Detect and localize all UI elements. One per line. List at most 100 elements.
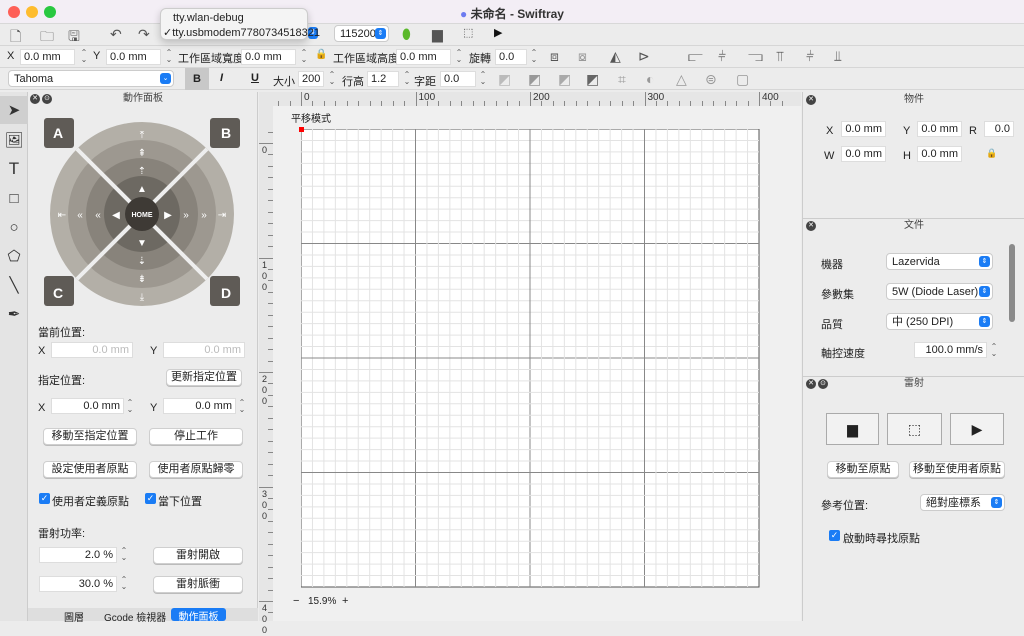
frame-preview-icon[interactable]: ▆: [432, 26, 443, 43]
zero-user-origin-button[interactable]: 使用者原點歸零: [149, 461, 243, 478]
flip-horizontal-icon[interactable]: ◭: [610, 48, 621, 65]
tab-jog-panel[interactable]: 動作面板: [171, 608, 226, 623]
y-input[interactable]: 0.0 mm: [106, 49, 161, 65]
tab-layers[interactable]: 圖層: [64, 609, 84, 624]
move-home-button[interactable]: 移動至原點: [827, 461, 899, 478]
object-h-input[interactable]: 0.0 mm: [917, 146, 962, 162]
align-right-icon[interactable]: ⫎: [748, 48, 763, 65]
sharpen-icon[interactable]: △: [676, 71, 687, 88]
spacing-input[interactable]: 0.0: [440, 71, 476, 87]
baud-select[interactable]: 115200 ⇕: [334, 25, 389, 42]
font-size-input[interactable]: 200: [298, 71, 324, 87]
redo-icon[interactable]: ↷: [138, 26, 150, 43]
use-custom-origin-checkbox[interactable]: ✓: [39, 493, 50, 504]
document-scrollbar[interactable]: [1009, 244, 1015, 322]
x-stepper[interactable]: ⌃ ⌄: [80, 49, 88, 64]
object-r-input[interactable]: 0.0: [984, 121, 1014, 137]
move-user-home-button[interactable]: 移動至使用者原點: [909, 461, 1005, 478]
align-bottom-icon[interactable]: ⫫: [834, 48, 842, 65]
object-x-input[interactable]: 0.0 mm: [841, 121, 886, 137]
laser-power-input-1[interactable]: 2.0 %: [39, 547, 117, 563]
image-tool-icon[interactable]: 🖼: [0, 126, 28, 154]
speed-stepper[interactable]: ⌃ ⌄: [990, 343, 998, 358]
target-y-stepper[interactable]: ⌃ ⌄: [238, 399, 246, 414]
find-home-checkbox[interactable]: ✓: [829, 530, 840, 541]
line-tool-icon[interactable]: ╲: [0, 271, 28, 299]
quality-select[interactable]: 中 (250 DPI) ⇕: [886, 313, 993, 330]
move-to-target-button[interactable]: 移動至指定位置: [43, 428, 137, 445]
ellipse-tool-icon[interactable]: ○: [0, 213, 28, 241]
port-menu-item[interactable]: tty.wlan-debug: [173, 12, 244, 24]
speed-input[interactable]: 100.0 mm/s: [914, 342, 987, 358]
intersect-icon[interactable]: ◩: [558, 71, 571, 88]
align-hcenter-icon[interactable]: ⫩: [718, 48, 726, 65]
trace-icon[interactable]: ⊜: [705, 71, 717, 88]
object-y-input[interactable]: 0.0 mm: [917, 121, 962, 137]
laser-on-button[interactable]: 雷射開啟: [153, 547, 243, 564]
laser-pulse-button[interactable]: 雷射脈衝: [153, 576, 243, 593]
pen-tool-icon[interactable]: ✒: [0, 300, 28, 328]
bold-button[interactable]: B: [185, 68, 209, 90]
lock-ratio-icon[interactable]: 🔒: [986, 148, 997, 159]
line-height-input[interactable]: 1.2: [367, 71, 399, 87]
object-w-input[interactable]: 0.0 mm: [841, 146, 886, 162]
flip-vertical-icon[interactable]: ⊳: [638, 48, 650, 65]
laser-power-input-2[interactable]: 30.0 %: [39, 576, 117, 592]
select-tool-icon[interactable]: ➤: [0, 96, 28, 124]
rectangle-tool-icon[interactable]: □: [0, 184, 28, 212]
align-vcenter-icon[interactable]: ⫩: [806, 48, 814, 65]
target-y-input[interactable]: 0.0 mm: [163, 398, 236, 414]
reference-select[interactable]: 絕對座標系 ⇕: [920, 494, 1005, 511]
text-tool-icon[interactable]: T: [0, 155, 28, 183]
zoom-in-button[interactable]: +: [342, 595, 348, 607]
stop-job-button[interactable]: 停止工作: [149, 428, 243, 445]
underline-button[interactable]: U: [251, 72, 259, 84]
jog-control[interactable]: HOME ⤒ ⇞ ⇡ ▲ ▼ ⇣ ⇟ ⤓ ⇤ « « ◀ ▶ » » ⇥ A B C D: [42, 118, 242, 310]
frame-icon[interactable]: ⬚: [463, 26, 473, 39]
frame-preview-button[interactable]: ▆: [826, 413, 879, 445]
width-input[interactable]: 0.0 mm: [241, 49, 296, 65]
frame-button[interactable]: ⬚: [887, 413, 942, 445]
play-icon[interactable]: ▶: [494, 26, 502, 39]
polygon-tool-icon[interactable]: ⬠: [0, 242, 28, 270]
invert-icon[interactable]: ◐: [646, 71, 654, 87]
preset-select[interactable]: 5W (Diode Laser) ⇕: [886, 283, 993, 300]
rotate-stepper[interactable]: ⌃ ⌄: [530, 49, 538, 64]
canvas-grid[interactable]: [301, 129, 761, 589]
current-position-checkbox[interactable]: ✓: [145, 493, 156, 504]
difference-icon[interactable]: ◩: [586, 71, 599, 88]
union-icon[interactable]: ◩: [498, 71, 511, 88]
port-menu-item-selected[interactable]: ✓tty.usbmodem7780734518321: [163, 26, 320, 39]
tab-gcode-viewer[interactable]: Gcode 檢視器: [104, 609, 166, 624]
line-height-stepper[interactable]: ⌃ ⌄: [403, 71, 411, 86]
width-stepper[interactable]: ⌃ ⌄: [300, 49, 308, 64]
ungroup-icon[interactable]: ⧇: [578, 48, 587, 65]
align-top-icon[interactable]: ⫪: [776, 48, 784, 65]
laser-power-stepper-2[interactable]: ⌃ ⌄: [120, 576, 128, 591]
font-family-select[interactable]: Tahoma ⌄: [8, 70, 174, 87]
height-stepper[interactable]: ⌃ ⌄: [455, 49, 463, 64]
offset-icon[interactable]: ▢: [736, 71, 749, 88]
italic-button[interactable]: I: [220, 72, 223, 84]
y-stepper[interactable]: ⌃ ⌄: [165, 49, 173, 64]
font-size-stepper[interactable]: ⌃ ⌄: [328, 71, 336, 86]
target-x-input[interactable]: 0.0 mm: [51, 398, 124, 414]
connect-icon[interactable]: ⬮: [402, 26, 411, 43]
zoom-out-button[interactable]: −: [293, 595, 299, 607]
set-user-origin-button[interactable]: 設定使用者原點: [43, 461, 137, 478]
start-job-button[interactable]: ▶: [950, 413, 1004, 445]
update-target-button[interactable]: 更新指定位置: [166, 369, 242, 386]
align-left-icon[interactable]: ⫍: [688, 48, 703, 65]
spacing-stepper[interactable]: ⌃ ⌄: [479, 71, 487, 86]
undo-icon[interactable]: ↶: [110, 26, 122, 43]
crop-icon[interactable]: ⌗: [618, 71, 626, 88]
group-icon[interactable]: ⧈: [550, 48, 559, 65]
target-x-stepper[interactable]: ⌃ ⌄: [126, 399, 134, 414]
lock-icon[interactable]: 🔒: [315, 49, 327, 60]
rotate-input[interactable]: 0.0: [495, 49, 527, 65]
machine-select[interactable]: Lazervida ⇕: [886, 253, 993, 270]
x-input[interactable]: 0.0 mm: [20, 49, 75, 65]
height-input[interactable]: 0.0 mm: [396, 49, 451, 65]
laser-power-stepper-1[interactable]: ⌃ ⌄: [120, 547, 128, 562]
subtract-icon[interactable]: ◩: [528, 71, 541, 88]
